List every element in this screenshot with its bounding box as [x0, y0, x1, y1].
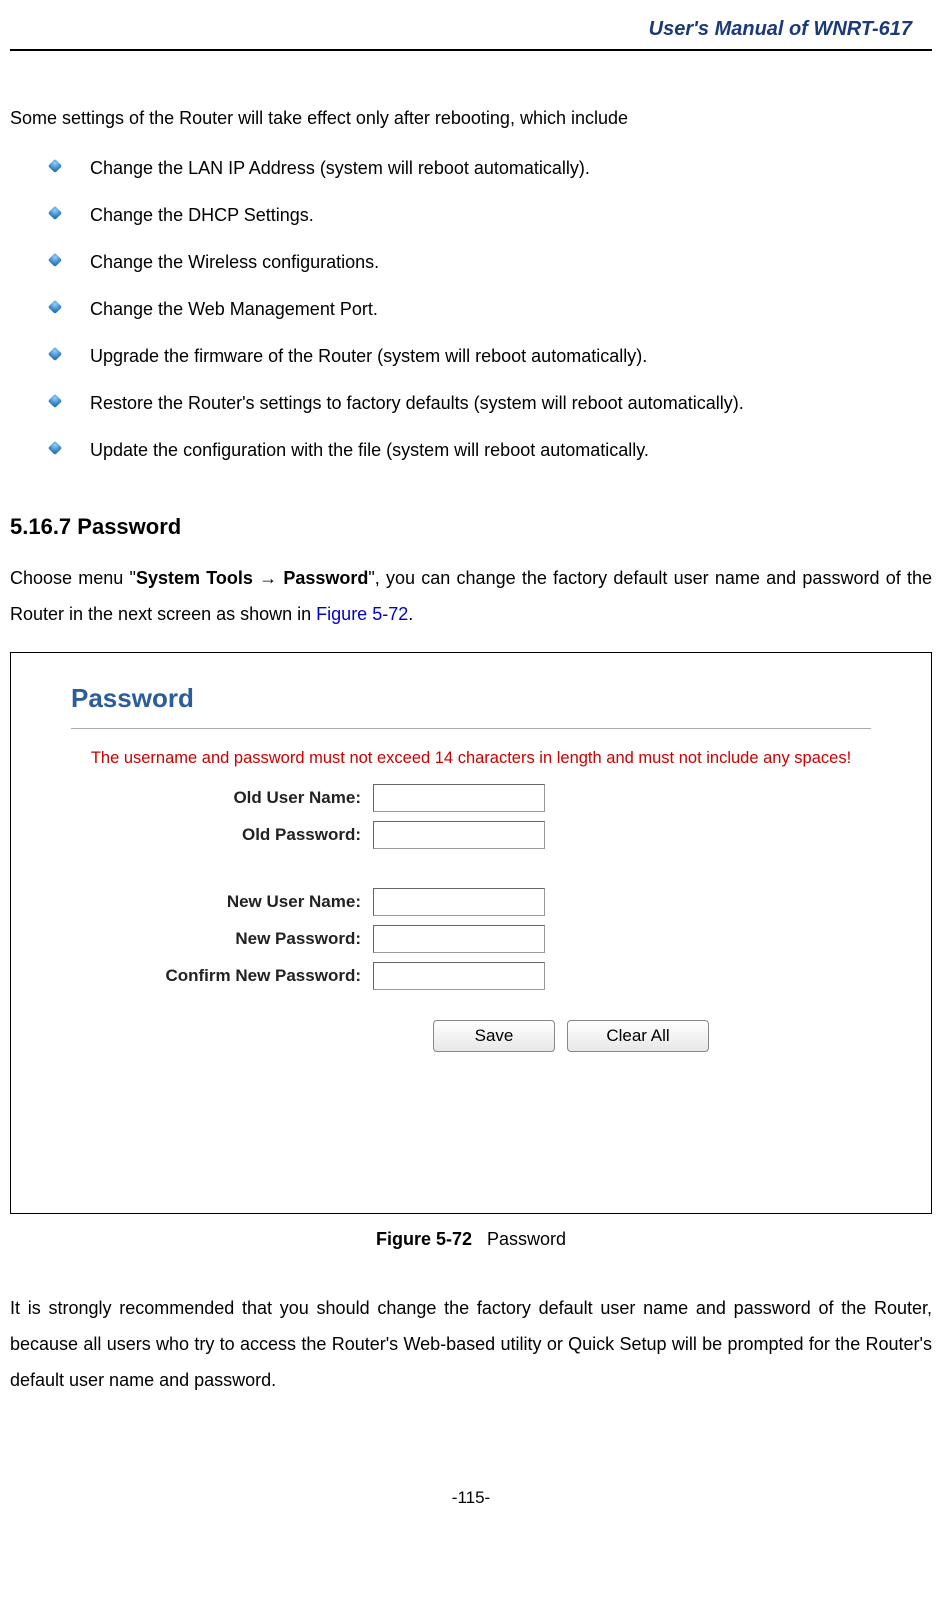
list-item: Change the DHCP Settings.: [50, 202, 932, 229]
input-new-user-name[interactable]: [373, 888, 545, 916]
section-heading-password: 5.16.7 Password: [10, 514, 932, 540]
button-row: Save Clear All: [433, 1020, 901, 1052]
form-row-new-user: New User Name:: [101, 888, 901, 916]
page-number: -115-: [10, 1488, 932, 1528]
closing-paragraph: It is strongly recommended that you shou…: [10, 1290, 932, 1398]
password-form: Old User Name: Old Password: New User Na…: [101, 784, 901, 1052]
label-confirm-password: Confirm New Password:: [101, 966, 373, 986]
label-new-user-name: New User Name:: [101, 892, 373, 912]
list-item: Change the Web Management Port.: [50, 296, 932, 323]
list-item: Upgrade the firmware of the Router (syst…: [50, 343, 932, 370]
panel-title: Password: [71, 683, 901, 714]
form-row-old-pass: Old Password:: [101, 821, 901, 849]
input-new-password[interactable]: [373, 925, 545, 953]
list-item: Change the Wireless configurations.: [50, 249, 932, 276]
warning-text: The username and password must not excee…: [41, 749, 901, 768]
form-row-old-user: Old User Name:: [101, 784, 901, 812]
save-button[interactable]: Save: [433, 1020, 555, 1052]
menu-path-bold: System Tools → Password: [136, 568, 368, 588]
reboot-settings-list: Change the LAN IP Address (system will r…: [10, 155, 932, 464]
figure-password-panel: Password The username and password must …: [10, 652, 932, 1214]
figure-link[interactable]: Figure 5-72: [316, 604, 408, 624]
header-rule: [10, 49, 932, 51]
panel-rule: [71, 728, 871, 729]
clear-all-button[interactable]: Clear All: [567, 1020, 709, 1052]
input-old-user-name[interactable]: [373, 784, 545, 812]
para-text: Choose menu ": [10, 568, 136, 588]
form-row-new-pass: New Password:: [101, 925, 901, 953]
input-old-password[interactable]: [373, 821, 545, 849]
list-item: Restore the Router's settings to factory…: [50, 390, 932, 417]
label-old-password: Old Password:: [101, 825, 373, 845]
para-text: .: [408, 604, 413, 624]
list-item: Update the configuration with the file (…: [50, 437, 932, 464]
form-gap: [101, 858, 901, 888]
figure-caption: Figure 5-72 Password: [10, 1229, 932, 1250]
form-row-confirm: Confirm New Password:: [101, 962, 901, 990]
header-title: User's Manual of WNRT-617: [10, 0, 932, 49]
label-old-user-name: Old User Name:: [101, 788, 373, 808]
intro-paragraph: Some settings of the Router will take ef…: [10, 101, 932, 135]
label-new-password: New Password:: [101, 929, 373, 949]
list-item: Change the LAN IP Address (system will r…: [50, 155, 932, 182]
input-confirm-password[interactable]: [373, 962, 545, 990]
figure-caption-number: Figure 5-72: [376, 1229, 472, 1249]
section-paragraph: Choose menu "System Tools → Password", y…: [10, 560, 932, 632]
figure-caption-title: Password: [487, 1229, 566, 1249]
